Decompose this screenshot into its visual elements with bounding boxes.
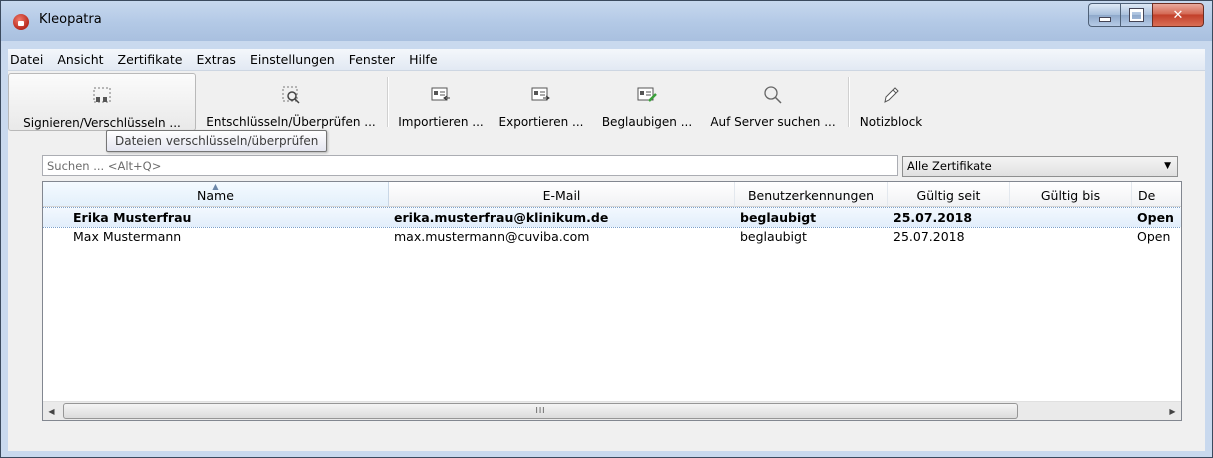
menu-einstellungen[interactable]: Einstellungen bbox=[243, 52, 342, 67]
decrypt-verify-label: Entschlüsseln/Überprüfen ... bbox=[206, 115, 376, 129]
column-header-valid-from[interactable]: Gültig seit bbox=[888, 182, 1010, 207]
menu-hilfe[interactable]: Hilfe bbox=[402, 52, 444, 67]
menu-datei[interactable]: Datei bbox=[8, 52, 50, 67]
certificate-filter-select[interactable]: Alle Zertifikate ▼ bbox=[902, 156, 1178, 177]
horizontal-scrollbar[interactable]: ◀ III ▶ bbox=[43, 401, 1181, 420]
cell-details: Open bbox=[1137, 210, 1174, 225]
export-button[interactable]: Exportieren ... bbox=[491, 73, 591, 131]
maximize-icon bbox=[1130, 9, 1143, 21]
certify-icon bbox=[637, 83, 657, 107]
column-header-email[interactable]: E-Mail bbox=[389, 182, 735, 207]
search-input[interactable] bbox=[42, 155, 898, 176]
kleopatra-logo-icon bbox=[13, 14, 29, 30]
sort-ascending-icon: ▲ bbox=[212, 182, 219, 191]
cell-name: Max Mustermann bbox=[73, 229, 182, 244]
column-header-valid-until[interactable]: Gültig bis bbox=[1010, 182, 1132, 207]
cell-name: Erika Musterfrau bbox=[73, 210, 192, 225]
column-header-label: De bbox=[1138, 188, 1156, 203]
app-window: Kleopatra ✕ Datei Ansicht Zertifikate Ex… bbox=[0, 0, 1213, 458]
certify-button[interactable]: Beglaubigen ... bbox=[593, 73, 701, 131]
cell-email: max.mustermann@cuviba.com bbox=[394, 229, 590, 244]
table-row[interactable]: Max Mustermann max.mustermann@cuviba.com… bbox=[43, 227, 1181, 246]
window-controls: ✕ bbox=[1088, 3, 1204, 27]
server-search-button[interactable]: Auf Server suchen ... bbox=[703, 73, 843, 131]
menu-ansicht[interactable]: Ansicht bbox=[50, 52, 110, 67]
menu-bar: Datei Ansicht Zertifikate Extras Einstel… bbox=[8, 49, 1205, 71]
sign-encrypt-label: Signieren/Verschlüsseln ... bbox=[23, 116, 181, 130]
sign-encrypt-icon bbox=[92, 84, 112, 108]
column-header-label: Gültig seit bbox=[916, 188, 981, 203]
menu-extras[interactable]: Extras bbox=[189, 52, 243, 67]
minimize-icon bbox=[1098, 16, 1111, 22]
export-label: Exportieren ... bbox=[498, 115, 584, 129]
dropdown-arrow-icon: ▼ bbox=[1164, 161, 1171, 171]
import-label: Importieren ... bbox=[398, 115, 484, 129]
cell-user-ids: beglaubigt bbox=[740, 210, 817, 225]
cell-valid-from: 25.07.2018 bbox=[893, 229, 965, 244]
main-content: Signieren/Verschlüsseln ... Entschlüssel… bbox=[8, 71, 1205, 451]
certify-label: Beglaubigen ... bbox=[601, 115, 693, 129]
toolbar-separator bbox=[387, 77, 389, 127]
cell-details: Open bbox=[1137, 229, 1171, 244]
window-title: Kleopatra bbox=[39, 12, 102, 27]
scroll-right-icon[interactable]: ▶ bbox=[1164, 402, 1181, 420]
cell-user-ids: beglaubigt bbox=[740, 229, 807, 244]
certificate-table: ▲ Name E-Mail Benutzerkennungen Gültig s… bbox=[42, 181, 1182, 421]
server-search-label: Auf Server suchen ... bbox=[710, 115, 836, 129]
table-row[interactable]: Erika Musterfrau erika.musterfrau@klinik… bbox=[43, 207, 1181, 228]
sign-encrypt-button[interactable]: Signieren/Verschlüsseln ... bbox=[8, 73, 196, 131]
tooltip: Dateien verschlüsseln/überprüfen bbox=[106, 130, 328, 152]
column-header-label: E-Mail bbox=[542, 188, 581, 203]
maximize-button[interactable] bbox=[1120, 3, 1152, 27]
column-header-label: Benutzerkennungen bbox=[747, 188, 875, 203]
toolbar-separator bbox=[848, 77, 850, 127]
import-button[interactable]: Importieren ... bbox=[391, 73, 491, 131]
cell-valid-until bbox=[1010, 227, 1132, 246]
cell-email: erika.musterfrau@klinikum.de bbox=[394, 210, 609, 225]
cell-valid-from: 25.07.2018 bbox=[893, 210, 973, 225]
table-header: ▲ Name E-Mail Benutzerkennungen Gültig s… bbox=[43, 182, 1181, 207]
title-bar[interactable]: Kleopatra ✕ bbox=[1, 1, 1212, 41]
menu-zertifikate[interactable]: Zertifikate bbox=[111, 52, 190, 67]
column-header-name[interactable]: ▲ Name bbox=[43, 182, 389, 207]
column-header-user-ids[interactable]: Benutzerkennungen bbox=[735, 182, 888, 207]
decrypt-verify-icon bbox=[281, 83, 301, 107]
search-icon bbox=[763, 83, 783, 107]
close-button[interactable]: ✕ bbox=[1152, 3, 1204, 27]
toolbar: Signieren/Verschlüsseln ... Entschlüssel… bbox=[8, 71, 1205, 133]
cell-valid-until bbox=[1010, 208, 1132, 227]
minimize-button[interactable] bbox=[1088, 3, 1120, 27]
notepad-button[interactable]: Notizblock bbox=[854, 73, 928, 131]
decrypt-verify-button[interactable]: Entschlüsseln/Überprüfen ... bbox=[199, 73, 383, 131]
column-header-label: Gültig bis bbox=[1040, 188, 1101, 203]
menu-fenster[interactable]: Fenster bbox=[342, 52, 402, 67]
pencil-icon bbox=[881, 83, 901, 107]
close-icon: ✕ bbox=[1172, 7, 1184, 23]
export-certificate-icon bbox=[531, 83, 551, 107]
notepad-label: Notizblock bbox=[859, 115, 923, 129]
filter-selected-value: Alle Zertifikate bbox=[907, 159, 992, 173]
scroll-left-icon[interactable]: ◀ bbox=[43, 402, 60, 420]
column-header-details[interactable]: De bbox=[1132, 182, 1181, 207]
import-certificate-icon bbox=[431, 83, 451, 107]
scrollbar-thumb[interactable]: III bbox=[63, 403, 1018, 419]
table-body: Erika Musterfrau erika.musterfrau@klinik… bbox=[43, 207, 1181, 246]
